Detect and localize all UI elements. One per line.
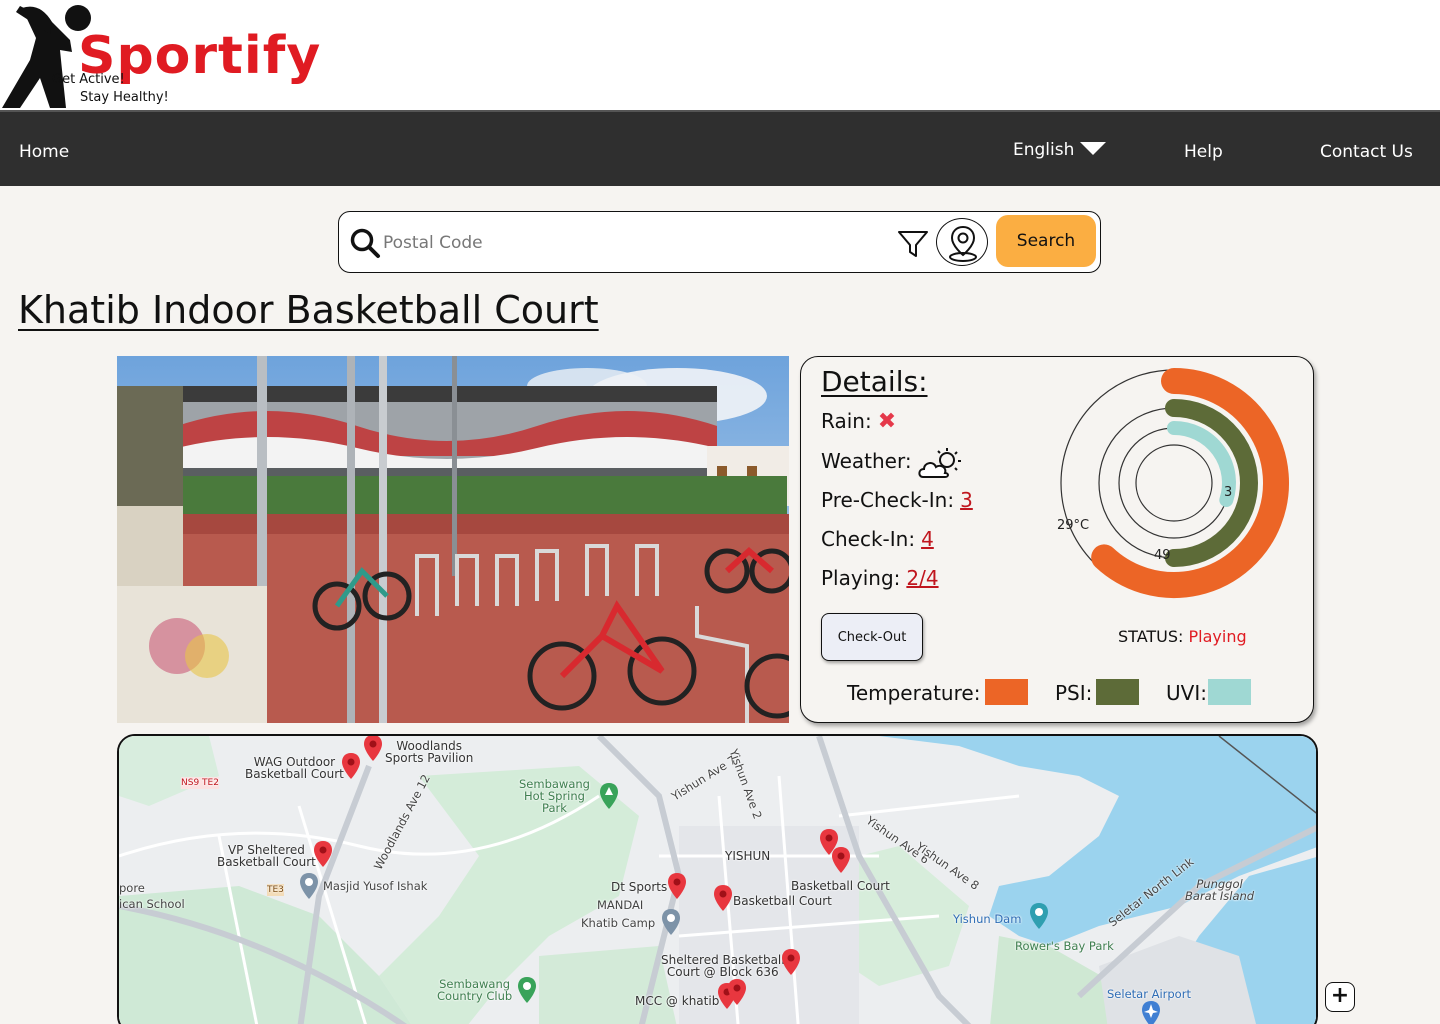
search-icon bbox=[350, 228, 380, 258]
court-photo bbox=[117, 356, 789, 723]
park-marker-icon[interactable] bbox=[599, 782, 619, 810]
map-label-wag-court[interactable]: WAG Outdoor Basketball Court bbox=[245, 756, 344, 780]
map-label-mcc-khatib[interactable]: MCC @ khatib bbox=[635, 995, 719, 1007]
map-pin-icon[interactable] bbox=[363, 734, 383, 762]
uvi-gauge-label: 3 bbox=[1224, 485, 1232, 500]
weather-label: Weather: bbox=[821, 449, 912, 473]
temperature-gauge-label: 29°C bbox=[1057, 518, 1089, 533]
map-label-vp-court[interactable]: VP Sheltered Basketball Court bbox=[217, 844, 316, 868]
map-label-pore: pore bbox=[119, 881, 145, 895]
psi-gauge-label: 49 bbox=[1154, 548, 1171, 563]
nav-help[interactable]: Help bbox=[1184, 142, 1223, 162]
map-label-sembawang-cc[interactable]: Sembawang Country Club bbox=[437, 978, 512, 1002]
camp-marker-icon[interactable] bbox=[661, 908, 681, 936]
pre-check-in-label: Pre-Check-In: bbox=[821, 488, 955, 512]
map-label-yishun-dam[interactable]: Yishun Dam bbox=[953, 913, 1021, 925]
check-in-value[interactable]: 4 bbox=[921, 527, 934, 551]
nav-bar: Home English Help Contact Us bbox=[0, 110, 1440, 186]
map-pin-icon[interactable] bbox=[727, 978, 747, 1006]
check-out-button[interactable]: Check-Out bbox=[821, 613, 923, 661]
map[interactable]: Woodlands Sports Pavilion WAG Outdoor Bask… bbox=[117, 734, 1318, 1024]
map-label-dt-sports[interactable]: Dt Sports bbox=[611, 881, 667, 893]
locate-me-button[interactable] bbox=[936, 218, 988, 266]
map-label-seletar-airport[interactable]: Seletar Airport bbox=[1107, 988, 1191, 1000]
map-pin-icon[interactable] bbox=[667, 872, 687, 900]
map-label-te3-station: TE3 bbox=[267, 884, 284, 896]
map-pin-icon[interactable] bbox=[831, 846, 851, 874]
legend-temperature-swatch bbox=[985, 679, 1028, 705]
details-card: Details: Rain: ✖ Weather: Pre-Check-In: 3 … bbox=[800, 356, 1314, 723]
map-label-punggol-barat: Punggol Barat Island bbox=[1185, 877, 1255, 903]
legend-psi-swatch bbox=[1096, 679, 1139, 705]
nav-contact-us[interactable]: Contact Us bbox=[1320, 142, 1413, 162]
postal-code-input[interactable] bbox=[383, 226, 883, 260]
map-pin-icon[interactable] bbox=[713, 884, 733, 912]
search-button[interactable]: Search bbox=[996, 215, 1096, 267]
language-select[interactable]: English bbox=[1013, 140, 1074, 160]
map-label-sheltered-court-636[interactable]: Sheltered Basketball Court @ Block 636 bbox=[661, 954, 785, 978]
airport-marker-icon[interactable] bbox=[1141, 1000, 1161, 1024]
logo[interactable]: Sportify Get Active! Stay Healthy! bbox=[0, 0, 340, 110]
legend-uvi-swatch bbox=[1208, 679, 1251, 705]
pre-check-in-value[interactable]: 3 bbox=[960, 488, 973, 512]
status: STATUS: Playing bbox=[1118, 627, 1247, 646]
status-label: STATUS: bbox=[1118, 627, 1184, 646]
map-label-basketball-court-2[interactable]: Basketball Court bbox=[733, 895, 832, 907]
legend-temperature-label: Temperature: bbox=[847, 681, 981, 705]
playing-value[interactable]: 2/4 bbox=[906, 566, 938, 590]
uvi-arc bbox=[1167, 421, 1236, 507]
partly-cloudy-icon bbox=[918, 448, 961, 478]
map-label-khatib-camp[interactable]: Khatib Camp bbox=[581, 917, 655, 929]
map-pin-icon[interactable] bbox=[781, 948, 801, 976]
playing-label: Playing: bbox=[821, 566, 901, 590]
rain-x-icon: ✖ bbox=[877, 409, 897, 434]
rain-row: Rain: ✖ bbox=[821, 409, 896, 434]
conditions-gauge: 29°C 49 3 bbox=[1057, 368, 1289, 598]
dam-marker-icon[interactable] bbox=[1029, 902, 1049, 930]
map-label-rowers-bay[interactable]: Rower's Bay Park bbox=[1015, 940, 1114, 952]
map-label-basketball-court-1[interactable]: Basketball Court bbox=[791, 880, 890, 892]
map-label-sembawang-hot-spring[interactable]: Sembawang Hot Spring Park bbox=[519, 778, 590, 814]
court-photo-image bbox=[117, 356, 789, 723]
pre-check-in-row: Pre-Check-In: 3 bbox=[821, 488, 973, 512]
location-pin-icon bbox=[949, 225, 977, 262]
chevron-down-icon[interactable] bbox=[1080, 142, 1106, 155]
map-pin-icon[interactable] bbox=[313, 840, 333, 868]
golf-club-marker-icon[interactable] bbox=[517, 976, 537, 1004]
place-of-worship-marker-icon[interactable] bbox=[299, 872, 319, 900]
legend-uvi-label: UVI: bbox=[1166, 681, 1207, 705]
playing-row: Playing: 2/4 bbox=[821, 566, 939, 590]
brand-tagline-2: Stay Healthy! bbox=[80, 90, 169, 105]
nav-home[interactable]: Home bbox=[19, 142, 69, 162]
details-heading: Details: bbox=[821, 365, 928, 398]
header: Sportify Get Active! Stay Healthy! bbox=[0, 0, 1440, 110]
map-label-ns9-station: NS9 TE2 bbox=[181, 777, 219, 789]
map-label-woodlands-pavilion[interactable]: Woodlands Sports Pavilion bbox=[385, 740, 473, 764]
brand-tagline-1: Get Active! bbox=[52, 72, 125, 87]
map-label-school: ican School bbox=[119, 897, 185, 911]
filter-icon[interactable] bbox=[896, 226, 930, 260]
status-value: Playing bbox=[1188, 627, 1247, 646]
check-in-row: Check-In: 4 bbox=[821, 527, 934, 551]
rain-label: Rain: bbox=[821, 409, 872, 433]
map-pin-icon[interactable] bbox=[341, 752, 361, 780]
check-in-label: Check-In: bbox=[821, 527, 916, 551]
zoom-in-button[interactable]: + bbox=[1325, 982, 1355, 1012]
search-bar: Search bbox=[338, 211, 1101, 273]
weather-row: Weather: bbox=[821, 449, 912, 473]
map-label-masjid[interactable]: Masjid Yusof Ishak bbox=[323, 880, 427, 892]
page-title: Khatib Indoor Basketball Court bbox=[18, 288, 599, 332]
legend-psi-label: PSI: bbox=[1055, 681, 1093, 705]
map-label-yishun: YISHUN bbox=[725, 849, 771, 863]
map-label-mandai: MANDAI bbox=[597, 898, 644, 912]
